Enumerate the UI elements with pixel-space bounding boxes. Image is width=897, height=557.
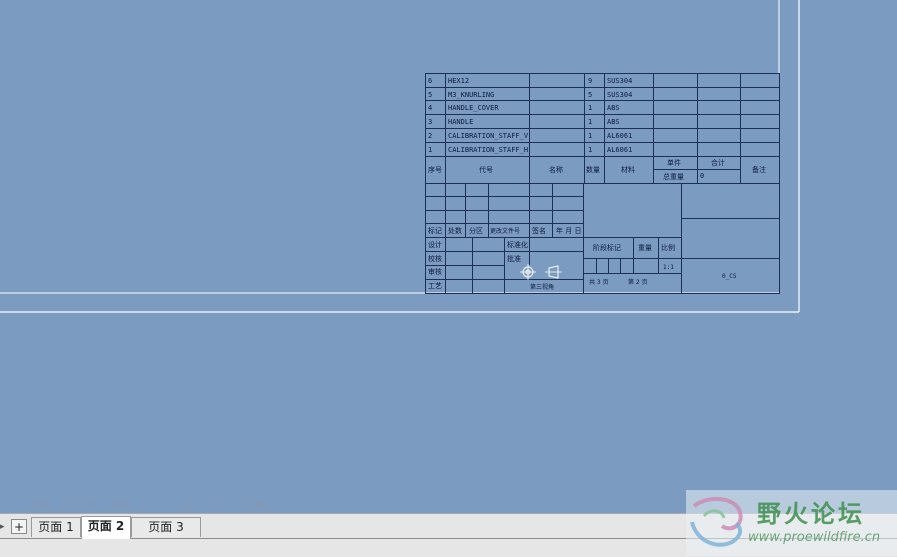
tab-page-2[interactable]: 页面 2 (81, 516, 131, 539)
label-review: 审核 (428, 267, 442, 276)
tab-page-3[interactable]: 页面 3 (131, 517, 201, 537)
parts-row-1-qty: 9 (588, 77, 592, 85)
header-total-weight: 总重量 (663, 172, 684, 181)
parts-row-4-code: HANDLE (448, 118, 473, 126)
label-process: 工艺 (428, 282, 442, 290)
parts-row-1-code: HEX12 (448, 77, 469, 85)
parts-row-2-qty: 5 (588, 91, 592, 99)
header-name: 名称 (549, 165, 563, 174)
total-weight-value: 0 (700, 172, 704, 180)
parts-row-4-qty: 1 (588, 118, 592, 126)
status-type-label: 类型 (30, 500, 52, 511)
label-scale: 比例 (661, 243, 675, 252)
sheet-no: 第 2 页 (628, 278, 648, 286)
header-remark: 备注 (752, 165, 766, 174)
add-sheet-button[interactable]: + (11, 519, 27, 534)
rev-doc-no: 更改文件号 (490, 227, 520, 235)
label-approve: 批准 (507, 254, 521, 263)
drawing-canvas[interactable]: 6 HEX12 9 SUS304 5 M3_KNURLING 5 SUS304 4 HANDLE_… (0, 0, 897, 513)
rev-zone: 分区 (469, 226, 483, 235)
watermark-url: www.proewildfire.cn (748, 530, 881, 545)
status-size-label: 尺寸 (183, 500, 206, 511)
status-page-label: 页面 (242, 500, 265, 511)
header-total: 合计 (711, 158, 725, 167)
parts-row-6-no: 1 (428, 146, 432, 154)
drawing-sheet: 6 HEX12 9 SUS304 5 M3_KNURLING 5 SUS304 4 HANDLE_… (0, 0, 800, 313)
forum-logo-icon (690, 496, 743, 547)
status-size-value: A3 (213, 500, 228, 511)
parts-row-3-no: 4 (428, 104, 432, 112)
tab-page-1[interactable]: 页面 1 (31, 517, 81, 537)
parts-row-5-material: AL6061 (607, 132, 632, 140)
parts-row-5-qty: 1 (588, 132, 592, 140)
status-name-value: 0_CS (140, 500, 169, 511)
parts-row-2-material: SUS304 (607, 91, 632, 99)
parts-row-2-no: 5 (428, 91, 432, 99)
parts-row-4-no: 3 (428, 118, 432, 126)
parts-row-1-no: 6 (428, 77, 432, 85)
rev-count: 处数 (448, 226, 462, 235)
sheet-total: 共 3 页 (589, 278, 609, 286)
status-name-label: 名称 (110, 500, 133, 511)
parts-row-6-qty: 1 (588, 146, 592, 154)
parts-row-4-material: ABS (607, 118, 620, 126)
parts-row-3-material: ABS (607, 104, 620, 112)
forum-watermark: 野火论坛 www.proewildfire.cn (686, 490, 897, 556)
rev-date: 年 月 日 (556, 226, 581, 235)
watermark-title: 野火论坛 (757, 500, 865, 528)
rev-sign: 签名 (532, 226, 546, 235)
scroll-left-icon[interactable]: ▸ (0, 522, 6, 532)
parts-row-5-code: CALIBRATION_STAFF_V (448, 132, 529, 140)
scale-value: 1:1 (663, 264, 674, 271)
header-code: 代号 (479, 165, 493, 174)
parts-row-3-code: HANDLE_COVER (448, 104, 499, 112)
label-standard: 标准化 (507, 240, 528, 249)
parts-row-1-material: SUS304 (607, 77, 632, 85)
status-page-value: 2 / 3 (272, 500, 308, 511)
parts-row-5-no: 2 (428, 132, 432, 140)
parts-row-3-qty: 1 (588, 104, 592, 112)
label-check: 校核 (428, 254, 442, 263)
label-stage-mark: 阶段标记 (593, 243, 621, 252)
revision-row: 标记 处数 分区 更改文件号 签名 年 月 日 (428, 226, 581, 235)
label-weight: 重量 (638, 244, 652, 252)
parts-row-6-material: AL6061 (607, 146, 632, 154)
projection-label: 第三视角 (530, 283, 554, 291)
sheet-status-line: 类型 ASSEM 名称 0_CS 尺寸 A3 页面 2 / 3 (30, 496, 315, 511)
drawing-name: 0_CS (722, 273, 737, 280)
header-material: 材料 (621, 165, 635, 174)
parts-row-2-code: M3_KNURLING (448, 91, 494, 99)
status-type-value: ASSEM (60, 500, 96, 511)
label-design: 设计 (428, 240, 442, 249)
header-unit: 单件 (667, 158, 681, 167)
header-no: 序号 (428, 165, 442, 174)
parts-row-6-code: CALIBRATION_STAFF_H (448, 146, 528, 154)
header-qty: 数量 (586, 165, 600, 174)
third-angle-projection-icon (520, 264, 562, 280)
rev-mark: 标记 (428, 226, 442, 235)
